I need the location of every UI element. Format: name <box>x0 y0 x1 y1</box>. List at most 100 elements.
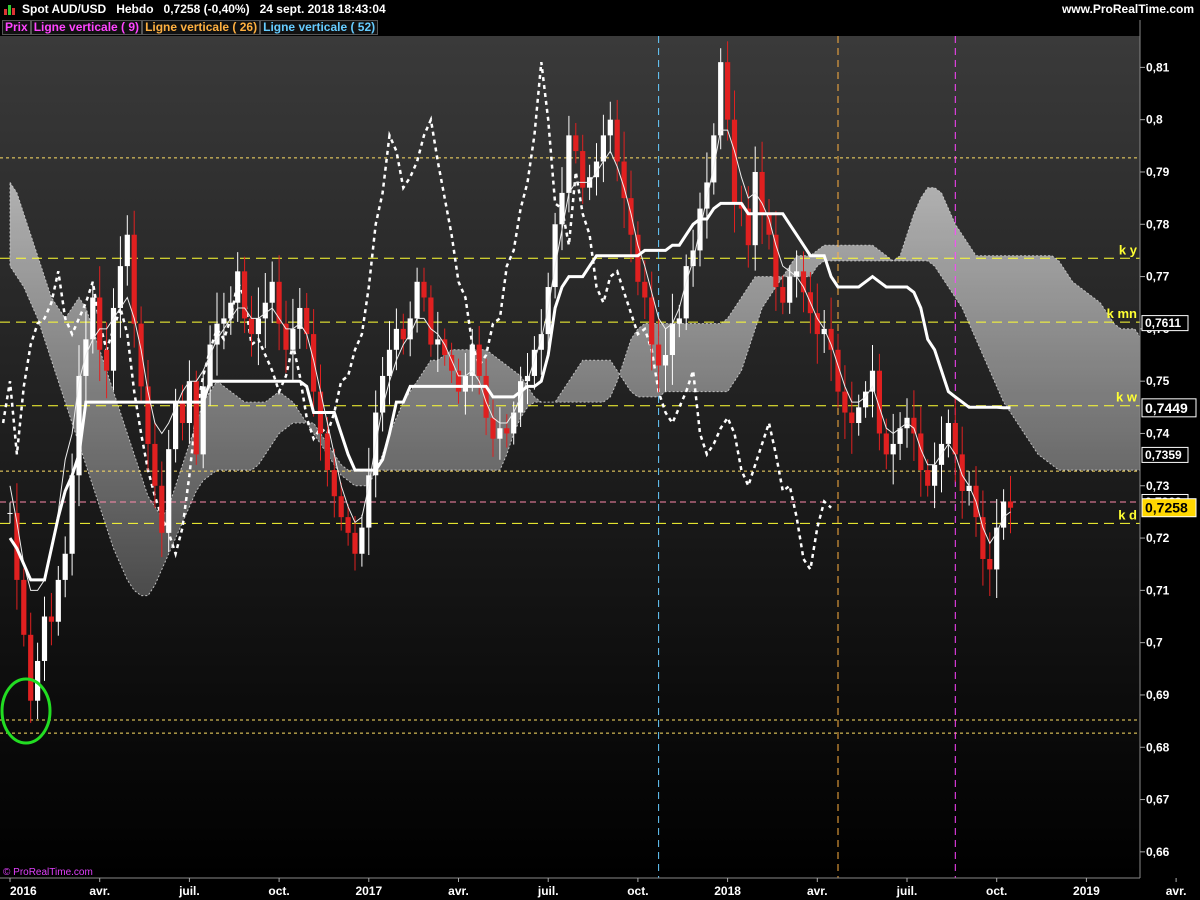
candle-body <box>676 318 682 324</box>
x-tick-label: avr. <box>807 884 828 898</box>
candle-body <box>497 428 503 439</box>
legend-vline-26[interactable]: Ligne verticale ( 26) <box>142 20 261 35</box>
candle-body <box>290 328 296 350</box>
price-label: 0,7611 <box>1145 316 1181 330</box>
candle-body <box>152 443 158 486</box>
candle-body <box>117 266 123 308</box>
price-label: 0,7258 <box>1145 500 1188 516</box>
candle-body <box>656 344 662 366</box>
candle-body <box>773 234 779 288</box>
candle-body <box>331 470 337 497</box>
ichimoku-chart[interactable]: k yk mnk wk d0,810,80,790,780,770,760,75… <box>0 0 1200 900</box>
candle-body <box>311 334 317 392</box>
candle-body <box>255 318 261 335</box>
y-tick-label: 0,77 <box>1146 270 1170 284</box>
candle-body <box>21 579 27 635</box>
candle-body <box>235 271 241 303</box>
candle-body <box>994 527 1000 570</box>
price-label: 0,7359 <box>1145 448 1182 462</box>
candle-body <box>48 616 54 622</box>
candle-body <box>490 417 496 439</box>
candle-body <box>566 135 572 193</box>
y-tick-label: 0,71 <box>1146 583 1170 597</box>
kijun-level-label-k-mn: k mn <box>1107 306 1137 321</box>
candle-body <box>718 62 724 136</box>
candle-body <box>248 318 255 335</box>
candle-body <box>359 527 365 554</box>
candle-body <box>883 433 889 455</box>
candle-body <box>214 323 220 345</box>
candle-body <box>476 344 482 376</box>
candle-body <box>104 349 110 371</box>
candle-body <box>173 402 179 450</box>
x-tick-label: avr. <box>89 884 110 898</box>
x-tick-label: 2018 <box>714 884 741 898</box>
y-tick-label: 0,81 <box>1146 60 1170 74</box>
y-tick-label: 0,78 <box>1146 217 1170 231</box>
candle-body <box>662 355 669 366</box>
candle-body <box>780 287 786 303</box>
candle-body <box>642 281 648 298</box>
y-tick-label: 0,75 <box>1146 374 1170 388</box>
candle-body <box>159 485 165 533</box>
candle-body <box>1007 501 1014 508</box>
candle-body <box>393 328 399 350</box>
candle-body <box>987 558 993 570</box>
candle-body <box>97 297 103 350</box>
x-tick-label: 2016 <box>10 884 37 898</box>
candle-body <box>959 454 965 491</box>
candle-body <box>980 517 986 559</box>
candle-body <box>600 135 606 162</box>
x-tick-label: juil. <box>178 884 200 898</box>
candle-body <box>849 412 855 424</box>
candle-body <box>725 62 731 120</box>
candle-body <box>856 407 862 424</box>
candle-body <box>90 297 96 340</box>
candle-body <box>918 433 924 471</box>
candle-body <box>124 234 130 267</box>
candle-body <box>614 119 620 162</box>
kijun-level-label-k-d: k d <box>1118 507 1137 522</box>
y-tick-label: 0,69 <box>1146 688 1170 702</box>
candle-body <box>504 428 510 434</box>
x-tick-label: juil. <box>896 884 918 898</box>
candle-body <box>193 381 199 455</box>
candle-body <box>41 616 48 661</box>
y-tick-label: 0,79 <box>1146 165 1170 179</box>
candle-body <box>304 307 310 335</box>
candle-body <box>338 496 344 518</box>
x-tick-label: oct. <box>627 884 648 898</box>
legend-vline-52[interactable]: Ligne verticale ( 52) <box>260 20 379 35</box>
candle-body <box>800 271 807 293</box>
candle-body <box>814 313 820 335</box>
x-tick-label: avr. <box>448 884 469 898</box>
candle-body <box>1001 501 1007 528</box>
candle-body <box>428 297 434 345</box>
candle-body <box>55 579 61 622</box>
candle-body <box>414 281 420 319</box>
candle-body <box>62 553 68 580</box>
y-tick-label: 0,67 <box>1146 793 1170 807</box>
legend-price[interactable]: Prix <box>2 20 31 35</box>
x-tick-label: avr. <box>1166 884 1187 898</box>
y-tick-label: 0,8 <box>1146 113 1163 127</box>
candle-body <box>925 470 931 486</box>
candle-body <box>166 449 172 533</box>
chart-window: Spot AUD/USD Hebdo 0,7258 (-0,40%) 24 se… <box>0 0 1200 900</box>
candle-body <box>262 302 268 319</box>
candle-body <box>386 349 393 376</box>
x-tick-label: 2019 <box>1073 884 1100 898</box>
candle-body <box>83 339 89 376</box>
candle-body <box>649 297 655 345</box>
legend-vline-9[interactable]: Ligne verticale ( 9) <box>30 20 143 35</box>
x-tick-label: oct. <box>268 884 289 898</box>
candle-body <box>752 171 758 246</box>
kijun-level-label-k-y: k y <box>1119 242 1138 257</box>
y-tick-label: 0,72 <box>1146 531 1170 545</box>
candle-body <box>932 464 938 486</box>
candle-body <box>462 375 468 392</box>
candle-body <box>28 634 34 701</box>
candle-body <box>952 423 958 455</box>
candle-body <box>269 281 275 303</box>
candle-body <box>683 266 689 319</box>
